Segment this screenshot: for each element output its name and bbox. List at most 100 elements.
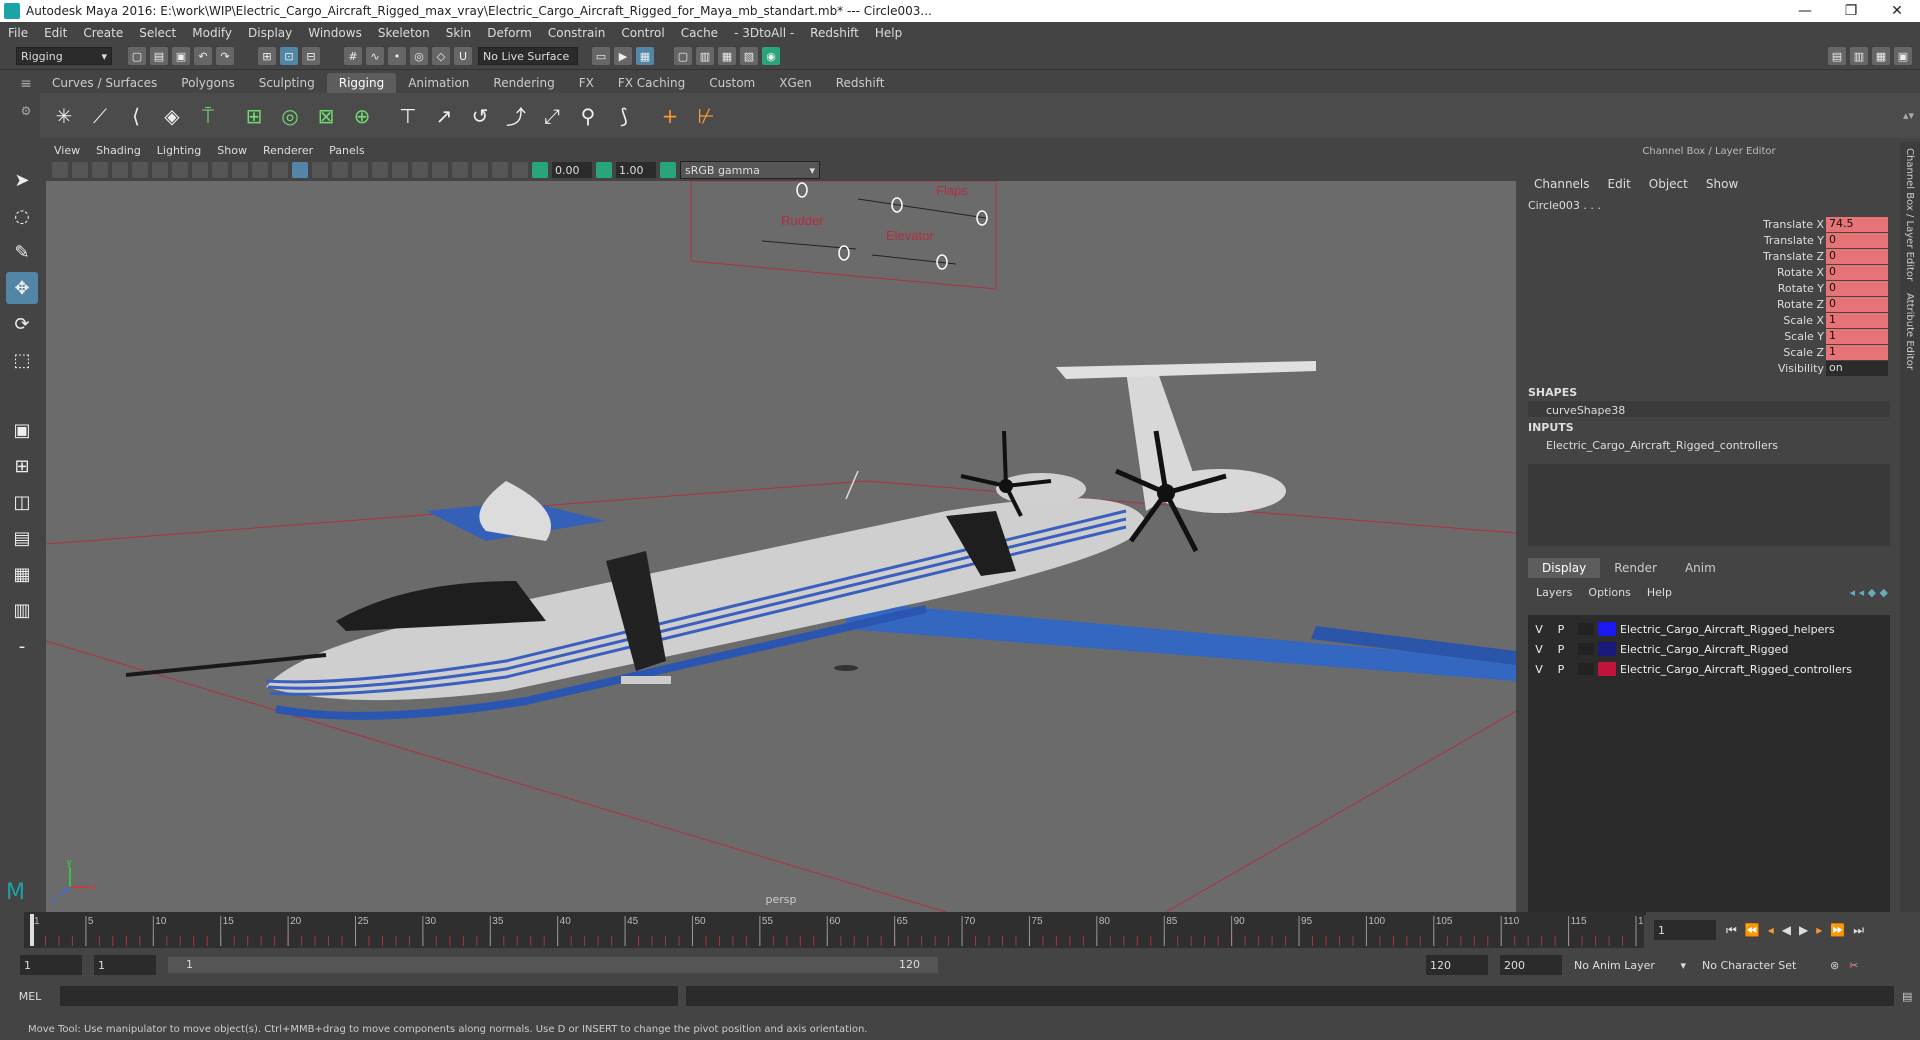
construction-history-icon[interactable]: ▭ <box>592 47 610 65</box>
film-gate-icon[interactable] <box>152 162 168 178</box>
shelf-scroll-icon[interactable]: ▴▾ <box>1903 109 1914 122</box>
select-by-hierarchy-icon[interactable]: ⊞ <box>258 47 276 65</box>
anim-preferences-icon[interactable]: ✂ <box>1849 959 1858 972</box>
go-to-end-icon[interactable]: ⏭ <box>1853 923 1864 938</box>
time-slider[interactable]: 1 5 10 15 20 25 30 35 40 45 50 55 60 65 70 75 80 85 90 95 10… <box>24 912 1655 948</box>
channel-value[interactable]: 1 <box>1826 328 1888 344</box>
tab-animation[interactable]: Animation <box>396 73 481 93</box>
character-set-dropdown[interactable]: No Character Set <box>1698 956 1824 974</box>
rotate-tool-icon[interactable]: ⟳ <box>6 308 38 340</box>
undo-icon[interactable]: ↶ <box>194 47 212 65</box>
viewport-menu-show[interactable]: Show <box>217 144 247 157</box>
menu-edit[interactable]: Edit <box>44 26 67 40</box>
two-view-layout-icon[interactable]: ◫ <box>6 486 38 518</box>
tab-fx[interactable]: FX <box>567 73 606 93</box>
channel-row[interactable]: Scale X1 <box>1520 312 1898 328</box>
playback-start-field[interactable]: 1 <box>94 955 156 975</box>
channel-value[interactable]: 0 <box>1826 264 1888 280</box>
joint-tool-icon[interactable]: ✳ <box>48 100 80 132</box>
snap-grid-icon[interactable]: # <box>344 47 362 65</box>
shape-node[interactable]: curveShape38 <box>1528 401 1890 417</box>
motion-blur-icon[interactable] <box>412 162 428 178</box>
shadows-icon[interactable] <box>372 162 388 178</box>
layer-name[interactable]: Electric_Cargo_Aircraft_Rigged_helpers <box>1620 623 1835 636</box>
open-scene-icon[interactable]: ▤ <box>150 47 168 65</box>
grid-toggle-icon[interactable] <box>132 162 148 178</box>
menu-modify[interactable]: Modify <box>192 26 232 40</box>
snap-point-icon[interactable]: • <box>388 47 406 65</box>
channel-row[interactable]: Scale Y1 <box>1520 328 1898 344</box>
bookmark-icon[interactable] <box>92 162 108 178</box>
input-output-icon[interactable]: ▶ <box>614 47 632 65</box>
paint-select-tool-icon[interactable]: ✎ <box>6 236 38 268</box>
magnet-icon[interactable]: U <box>454 47 472 65</box>
tab-display[interactable]: Display <box>1528 558 1601 578</box>
menu-skeleton[interactable]: Skeleton <box>378 26 430 40</box>
gamma-field[interactable]: 1.00 <box>616 162 656 178</box>
channel-row[interactable]: Rotate Y0 <box>1520 280 1898 296</box>
show-menu[interactable]: Show <box>1706 177 1738 191</box>
layer-display-type[interactable] <box>1578 623 1594 635</box>
symmetry-icon[interactable]: ▦ <box>636 47 654 65</box>
current-frame-field[interactable]: 1 <box>1654 920 1716 940</box>
channel-row[interactable]: Translate X 74.5 <box>1520 216 1898 232</box>
tab-attribute-editor[interactable]: Attribute Editor <box>1904 287 1915 376</box>
anti-aliasing-icon[interactable] <box>432 162 448 178</box>
close-button[interactable]: ✕ <box>1874 3 1920 19</box>
viewport-menu-renderer[interactable]: Renderer <box>263 144 313 157</box>
channel-value[interactable]: 1 <box>1826 344 1888 360</box>
wireframe-on-shaded-icon[interactable] <box>312 162 328 178</box>
playback-end-field[interactable]: 120 <box>1426 955 1488 975</box>
pole-vector-icon[interactable]: ⤴ <box>500 100 532 132</box>
layer-playback-toggle[interactable]: P <box>1550 663 1572 676</box>
save-scene-icon[interactable]: ▣ <box>172 47 190 65</box>
tab-fx-caching[interactable]: FX Caching <box>606 73 697 93</box>
channel-row[interactable]: Visibility on <box>1520 360 1898 376</box>
scale-tool-icon[interactable]: ⬚ <box>6 344 38 376</box>
anim-layer-dropdown[interactable]: No Anim Layer ▾ <box>1570 956 1690 974</box>
safe-title-icon[interactable] <box>252 162 268 178</box>
xray-joints-icon[interactable] <box>492 162 508 178</box>
menu-file[interactable]: File <box>8 26 28 40</box>
layer-row[interactable]: V P Electric_Cargo_Aircraft_Rigged_helpe… <box>1528 619 1890 639</box>
redo-icon[interactable]: ↷ <box>216 47 234 65</box>
hypershade-icon[interactable]: ◉ <box>762 47 780 65</box>
object-menu[interactable]: Object <box>1649 177 1688 191</box>
field-chart-icon[interactable] <box>212 162 228 178</box>
image-plane-icon[interactable] <box>112 162 128 178</box>
layer-actions-icon[interactable]: ◂ ◂ ◆ ◆ <box>1850 586 1888 599</box>
layer-display-type[interactable] <box>1578 643 1594 655</box>
restore-button[interactable]: ❐ <box>1828 3 1874 19</box>
smooth-shade-icon[interactable] <box>292 162 308 178</box>
menu-create[interactable]: Create <box>83 26 123 40</box>
camera-select-icon[interactable] <box>52 162 68 178</box>
options-menu[interactable]: Options <box>1588 586 1630 599</box>
wireframe-icon[interactable] <box>272 162 288 178</box>
new-scene-icon[interactable]: ▢ <box>128 47 146 65</box>
menu-skin[interactable]: Skin <box>446 26 472 40</box>
layer-name[interactable]: Electric_Cargo_Aircraft_Rigged_controlle… <box>1620 663 1852 676</box>
render-view-icon[interactable]: ▢ <box>674 47 692 65</box>
safe-action-icon[interactable] <box>232 162 248 178</box>
single-perspective-layout-icon[interactable]: ▣ <box>6 414 38 446</box>
gamma-icon[interactable] <box>596 162 612 178</box>
modeling-toolkit-icon[interactable]: ▤ <box>1828 47 1846 65</box>
channels-menu[interactable]: Channels <box>1534 177 1590 191</box>
layer-name[interactable]: Electric_Cargo_Aircraft_Rigged <box>1620 643 1788 656</box>
geometry-constraint-icon[interactable]: ⟆ <box>608 100 640 132</box>
ik-handle-icon[interactable]: ⟋ <box>84 100 116 132</box>
ik-spline-icon[interactable]: ⟨ <box>120 100 152 132</box>
play-forward-icon[interactable]: ▶ <box>1799 923 1808 938</box>
render-settings-icon[interactable]: ▧ <box>740 47 758 65</box>
script-editor-icon[interactable]: ▤ <box>1902 990 1912 1003</box>
orient-constraint-icon[interactable]: ↺ <box>464 100 496 132</box>
channel-row[interactable]: Translate Z0 <box>1520 248 1898 264</box>
tab-rigging[interactable]: Rigging <box>326 73 397 93</box>
mirror-joint-icon[interactable]: ◈ <box>156 100 188 132</box>
tab-channel-box-layer-editor[interactable]: Channel Box / Layer Editor <box>1904 142 1915 287</box>
help-menu[interactable]: Help <box>1647 586 1672 599</box>
menu-deform[interactable]: Deform <box>487 26 532 40</box>
tab-anim[interactable]: Anim <box>1671 558 1730 578</box>
menu-3dtoall[interactable]: - 3DtoAll - <box>734 26 794 40</box>
layer-row[interactable]: V P Electric_Cargo_Aircraft_Rigged_contr… <box>1528 659 1890 679</box>
